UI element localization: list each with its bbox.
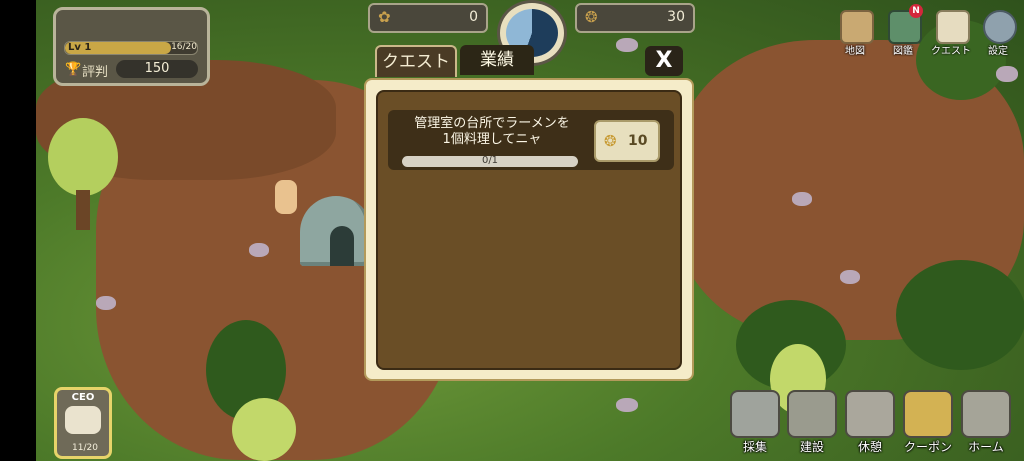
cat-character[interactable] xyxy=(275,180,297,214)
quest-reward-button[interactable]: ❂ 10 xyxy=(594,120,660,162)
map-icon xyxy=(840,10,874,44)
settings-button[interactable]: 設定 xyxy=(980,8,1017,57)
build-button[interactable]: 建設 xyxy=(787,390,837,454)
cat-face-icon xyxy=(845,390,895,438)
coupon-icon xyxy=(903,390,953,438)
close-button[interactable]: X xyxy=(645,46,683,76)
tree xyxy=(48,118,118,196)
letterbox-left xyxy=(0,0,36,461)
rest-button[interactable]: 休憩 xyxy=(845,390,895,454)
tab-achievements[interactable]: 業績 xyxy=(460,45,534,75)
home-button[interactable]: ホーム xyxy=(961,390,1011,454)
gold-coin-icon: ❂ xyxy=(604,132,617,150)
hammer-icon xyxy=(787,390,837,438)
reputation-label: 評判 xyxy=(82,65,109,80)
bush xyxy=(896,260,1024,370)
tent-door xyxy=(330,226,354,266)
coupon-button[interactable]: クーポン xyxy=(903,390,953,454)
quest-dialog: 管理室の台所でラーメンを 1個料理してニャ 0/1 ❂ 10 xyxy=(364,78,694,381)
quest-progress-text: 0/1 xyxy=(481,155,499,166)
gather-button[interactable]: 採集 xyxy=(730,390,780,454)
ceo-avatar-button[interactable]: CEO 11/20 xyxy=(54,387,112,459)
rock xyxy=(792,192,812,206)
tree xyxy=(232,398,296,461)
quest-description: 管理室の台所でラーメンを 1個料理してニャ xyxy=(414,116,570,147)
level-progress-text: 16/20 xyxy=(171,42,197,52)
resource-counter-left: ✿ 0 xyxy=(368,3,488,33)
quest-button[interactable]: クエスト xyxy=(931,8,971,57)
ceo-count: 11/20 xyxy=(72,443,98,453)
encyclopedia-button[interactable]: N 図鑑 xyxy=(885,4,923,57)
gold-coin-icon: ❂ xyxy=(585,8,598,26)
resource-left-value: 0 xyxy=(469,9,478,25)
trophy-icon: 🏆 xyxy=(65,62,82,77)
gather-label: 採集 xyxy=(742,440,767,454)
game-screen: Lv 1 16/20 🏆 評判 150 ✿ 0 ❂ 30 地図 N 図鑑 クエス… xyxy=(0,0,1024,461)
rock xyxy=(616,38,638,52)
grain-icon: ✿ xyxy=(378,8,391,26)
resource-counter-right: ❂ 30 xyxy=(575,3,695,33)
quest-list: 管理室の台所でラーメンを 1個料理してニャ 0/1 ❂ 10 xyxy=(376,90,682,370)
quest-reward-value: 10 xyxy=(628,133,648,149)
scroll-icon xyxy=(936,10,970,44)
gear-icon xyxy=(983,10,1017,44)
tree-trunk xyxy=(76,190,90,230)
new-badge: N xyxy=(909,4,923,18)
map-button[interactable]: 地図 xyxy=(837,8,874,57)
ceo-label: CEO xyxy=(71,392,95,403)
level-label: Lv 1 xyxy=(68,42,92,53)
build-label: 建設 xyxy=(799,440,824,454)
quest-label: クエスト xyxy=(931,46,971,57)
rock xyxy=(840,270,860,284)
encyclopedia-label: 図鑑 xyxy=(893,46,913,57)
rock xyxy=(96,296,116,310)
rock xyxy=(249,243,269,257)
house-icon xyxy=(961,390,1011,438)
player-status-panel: Lv 1 16/20 🏆 評判 150 xyxy=(53,7,210,86)
resource-right-value: 30 xyxy=(667,9,685,25)
glove-icon xyxy=(730,390,780,438)
rest-label: 休憩 xyxy=(857,440,882,454)
home-label: ホーム xyxy=(968,440,1004,454)
rock xyxy=(616,398,638,412)
rock xyxy=(996,66,1018,82)
cat-face-icon xyxy=(65,406,101,434)
settings-label: 設定 xyxy=(988,46,1008,57)
map-label: 地図 xyxy=(845,46,865,57)
quest-item[interactable]: 管理室の台所でラーメンを 1個料理してニャ 0/1 ❂ 10 xyxy=(388,110,674,170)
coupon-label: クーポン xyxy=(903,440,952,454)
tab-quest[interactable]: クエスト xyxy=(375,45,457,77)
reputation-value: 150 xyxy=(144,61,170,76)
